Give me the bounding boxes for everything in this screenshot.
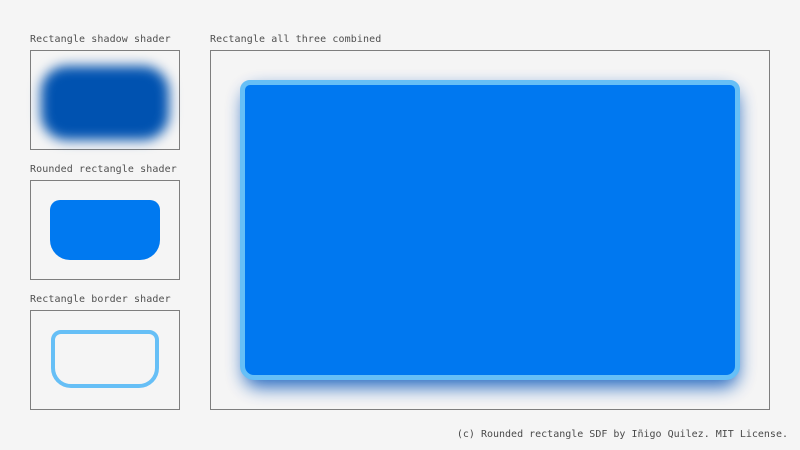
combined-panel-label: Rectangle all three combined — [210, 34, 382, 45]
license-credit: (c) Rounded rectangle SDF by Iñigo Quile… — [456, 429, 788, 440]
blurred-shadow-rectangle — [41, 66, 169, 140]
rounded-panel-label: Rounded rectangle shader — [30, 164, 177, 175]
rounded-border-rectangle — [51, 330, 159, 388]
rounded-filled-rectangle — [50, 200, 160, 260]
shadow-panel-label: Rectangle shadow shader — [30, 34, 171, 45]
border-panel-label: Rectangle border shader — [30, 294, 171, 305]
combined-rectangle — [240, 80, 740, 380]
